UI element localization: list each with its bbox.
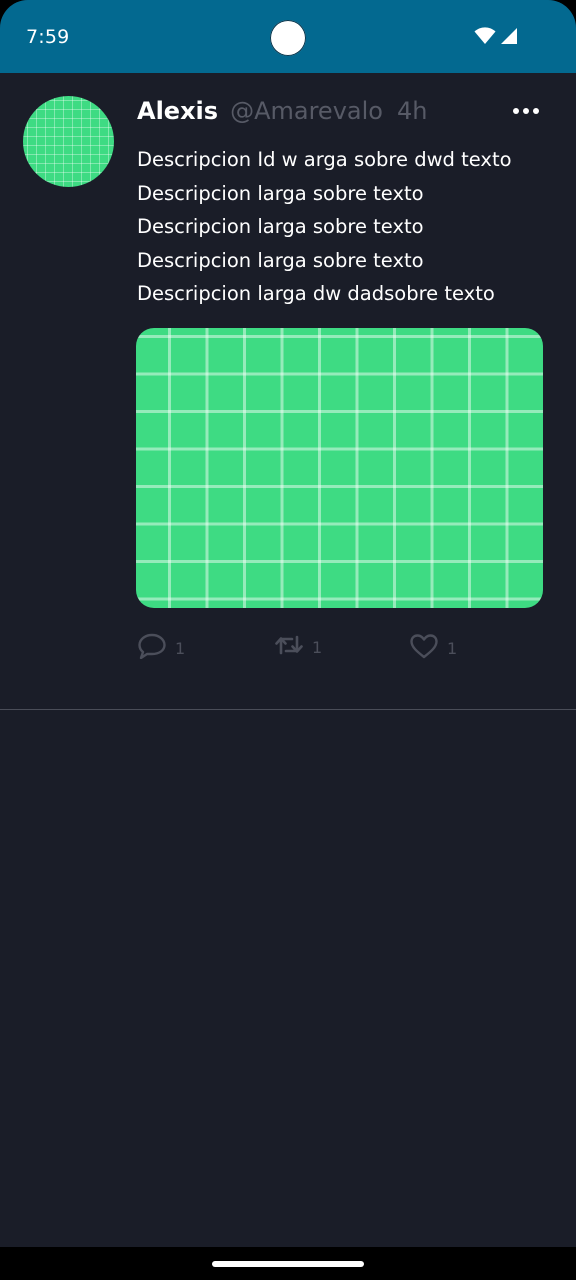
more-dot-icon <box>533 108 539 114</box>
reply-count: 1 <box>175 638 186 658</box>
cellular-signal-icon <box>500 27 518 50</box>
avatar[interactable] <box>23 96 114 187</box>
tweet-text-line: Descripcion larga dw dadsobre texto <box>137 282 495 306</box>
tweet-timestamp: 4h <box>396 97 428 125</box>
tweet-text-line: Descripcion Id w arga sobre dwd texto <box>137 148 512 171</box>
like-count: 1 <box>447 638 458 658</box>
camera-cutout <box>270 20 306 56</box>
retweet-button[interactable]: 1 <box>274 633 322 661</box>
tweet-card[interactable]: Alexis @Amarevalo 4h Descripcion Id w ar… <box>0 73 576 709</box>
tweet-text-line: Descripcion larga sobre texto <box>137 181 424 205</box>
tweet-text-line: Descripcion larga sobre texto <box>137 248 424 272</box>
retweet-count: 1 <box>312 637 323 657</box>
tweet-text: Descripcion Id w arga sobre dwd texto De… <box>137 143 557 311</box>
more-dot-icon <box>513 108 519 114</box>
tweet-divider <box>0 709 576 710</box>
author-name[interactable]: Alexis <box>137 97 218 125</box>
tweet-text-line: Descripcion larga sobre texto <box>137 215 424 239</box>
reply-button[interactable]: 1 <box>137 633 185 663</box>
tweet-header: Alexis @Amarevalo 4h <box>137 97 427 131</box>
heart-icon <box>409 633 439 663</box>
wifi-icon <box>474 27 496 50</box>
navigation-bar <box>0 1247 576 1280</box>
status-icons <box>474 27 518 50</box>
status-bar: 7:59 <box>0 0 576 73</box>
home-indicator[interactable] <box>212 1261 364 1267</box>
like-button[interactable]: 1 <box>409 633 457 663</box>
retweet-icon <box>274 633 304 661</box>
more-options-button[interactable] <box>510 99 542 123</box>
tweet-actions: 1 1 1 <box>137 633 557 663</box>
reply-icon <box>137 633 167 663</box>
status-time: 7:59 <box>26 25 70 48</box>
tweet-media-image[interactable] <box>136 328 543 608</box>
more-dot-icon <box>523 108 529 114</box>
phone-screen: 7:59 Alexis @Amarevalo 4h Descripcion Id… <box>0 0 576 1280</box>
author-handle[interactable]: @Amarevalo <box>230 97 383 125</box>
